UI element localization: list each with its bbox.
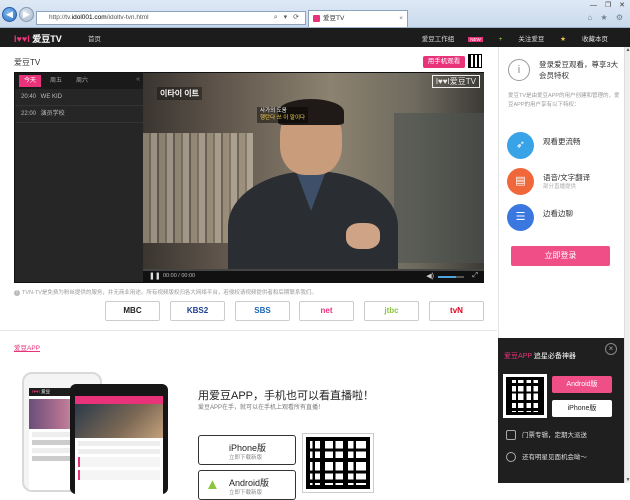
channel-list: MBC KBS2 SBS net jtbc tvN: [105, 301, 485, 321]
video-subtitle: 사가의 도움 행탄다 쓰 이 말이다: [257, 107, 309, 123]
download-panel: 爱豆APP 追星必备神器 × Android版 iPhone版 门票专辑，定期大…: [498, 338, 624, 483]
feature-translate: ▤ 语音/文字翻译 部分直播提供: [507, 168, 623, 196]
follow-link[interactable]: + 关注爱豆: [499, 36, 545, 43]
volume-icon[interactable]: ◀): [426, 272, 434, 280]
phone-watch-button[interactable]: 用手机观看: [423, 56, 465, 68]
ticket-promo: 门票专辑，定期大派送: [506, 429, 587, 441]
download-panel-title: 爱豆APP 追星必备神器: [504, 353, 576, 360]
scroll-up-icon[interactable]: ▲: [625, 47, 630, 53]
video-frame[interactable]: 이타이 이트 사가의 도움 행탄다 쓰 이 말이다 I♥♥I爱豆TV: [143, 73, 484, 269]
channel-sbs[interactable]: SBS: [235, 301, 290, 321]
collapse-icon[interactable]: «: [136, 76, 140, 83]
address-bar-icons[interactable]: ⌕ ▾ ⟳: [274, 12, 301, 24]
person-icon: [506, 452, 516, 463]
page-title: 爱豆TV: [14, 58, 41, 67]
app-promo-subtitle: 爱豆APP在手，就可以在手机上观看所有直播！: [198, 405, 325, 411]
new-badge: NEW: [468, 37, 483, 42]
tab-friday[interactable]: 周五: [45, 75, 67, 87]
phone-mockup-black: [70, 384, 168, 494]
download-qr-code: [503, 374, 547, 418]
chat-icon: ☰: [507, 204, 534, 231]
browser-chrome: ◀ ▶ http://tv.idol001.com/idoltv-tvn.htm…: [0, 0, 630, 28]
background-image: [394, 113, 484, 263]
sidebar-description: 爱豆TV是由爱豆APP的用户创建和管理的，爱豆APP的用户享有以下特权：: [508, 93, 620, 108]
window-controls[interactable]: — ❐ ✕: [590, 1, 628, 9]
channel-watermark: I♥♥I爱豆TV: [431, 75, 480, 88]
video-player: 今天 周五 周六 « 20:40 WE KID 22:00 演员学校 이타이 이트 …: [14, 72, 484, 283]
url-path: /idoltv-tvn.html: [106, 14, 149, 21]
app-promo-title: 用爱豆APP，手机也可以看直播啦！: [198, 390, 375, 402]
sidebar-heading: 登录爱豆观看，尊享3大会员特权: [539, 60, 619, 80]
schedule-tabs: 今天 周五 周六: [15, 73, 143, 89]
rocket-icon: ➶: [507, 132, 534, 159]
disclaimer: ! TVN-TV是免费为粉丝提供的服务，并无商业用途。所有视频版权归各大网络平台，…: [14, 288, 317, 296]
pause-icon[interactable]: ❚❚: [149, 272, 161, 280]
browser-tab[interactable]: 爱豆TV ×: [308, 10, 408, 27]
studio-link[interactable]: 爱豆工作组 NEW: [408, 36, 483, 43]
progress-bar[interactable]: [143, 269, 484, 271]
android-button[interactable]: Android版: [552, 376, 612, 393]
player-controls: ❚❚ 00:00 / 00:00 ◀) ⤢: [143, 269, 484, 283]
favorite-link[interactable]: ★ 收藏本页: [560, 36, 608, 43]
channel-mbc[interactable]: MBC: [105, 301, 160, 321]
section-divider: [0, 330, 497, 331]
app-section-link[interactable]: 爱豆APP: [14, 342, 40, 352]
channel-kbs2[interactable]: KBS2: [170, 301, 225, 321]
host-image: [228, 99, 398, 269]
login-button[interactable]: 立即登录: [511, 246, 610, 266]
translate-icon: ▤: [507, 168, 534, 195]
url-prefix: http://tv.: [49, 14, 72, 21]
address-bar[interactable]: http://tv.idol001.com/idoltv-tvn.html ⌕ …: [36, 11, 306, 25]
page-scrollbar[interactable]: ▲ ▼: [624, 47, 630, 483]
info-icon: !: [14, 290, 20, 296]
url-host: idol001.com: [71, 14, 107, 21]
forward-button[interactable]: ▶: [19, 7, 34, 22]
feature-smooth: ➶ 观看更流畅: [507, 132, 623, 160]
schedule-row[interactable]: 20:40 WE KID: [15, 89, 143, 106]
app-qr-code: [302, 433, 374, 493]
fullscreen-icon[interactable]: ⤢: [472, 272, 478, 280]
android-download-button[interactable]: ▲ Android版 立即下载新版: [198, 470, 296, 500]
site-logo[interactable]: I♥♥I 爱豆TV: [14, 32, 62, 45]
header-links: 爱豆工作组 NEW + 关注爱豆 ★ 收藏本页: [394, 33, 608, 43]
nav-home[interactable]: 首页: [88, 33, 101, 43]
iphone-download-button[interactable]: iPhone版 立即下载新版: [198, 435, 296, 465]
ticket-icon: [506, 430, 516, 441]
plus-icon: +: [498, 36, 503, 43]
channel-mnet[interactable]: net: [299, 301, 354, 321]
iphone-button[interactable]: iPhone版: [552, 400, 612, 417]
channel-jtbc[interactable]: jtbc: [364, 301, 419, 321]
tab-close-icon[interactable]: ×: [399, 11, 403, 26]
qr-code-icon[interactable]: [468, 54, 482, 68]
close-icon[interactable]: ×: [605, 343, 617, 355]
feature-chat: ☰ 边看边聊: [507, 204, 623, 232]
channel-tvn[interactable]: tvN: [429, 301, 484, 321]
volume-slider[interactable]: [438, 276, 464, 278]
meet-promo: 还有明星见面机会呦～: [506, 451, 587, 463]
tab-title: 爱豆TV: [323, 15, 345, 22]
scroll-down-icon[interactable]: ▼: [625, 477, 630, 483]
browser-toolbar-icons[interactable]: ⌂ ★ ⚙: [587, 13, 626, 22]
android-icon: ▲: [205, 476, 220, 493]
video-caption: 이타이 이트: [157, 87, 203, 100]
schedule-row[interactable]: 22:00 演员学校: [15, 106, 143, 123]
schedule-panel: 今天 周五 周六 « 20:40 WE KID 22:00 演员学校: [15, 73, 143, 282]
tab-today[interactable]: 今天: [19, 75, 41, 87]
back-button[interactable]: ◀: [2, 7, 17, 22]
site-header: I♥♥I 爱豆TV 首页 爱豆工作组 NEW + 关注爱豆 ★ 收藏本页: [0, 28, 630, 47]
time-display: 00:00 / 00:00: [163, 273, 196, 279]
tab-saturday[interactable]: 周六: [71, 75, 93, 87]
star-icon: ★: [560, 36, 566, 43]
favicon-icon: [313, 15, 320, 22]
info-icon: i: [508, 59, 530, 81]
